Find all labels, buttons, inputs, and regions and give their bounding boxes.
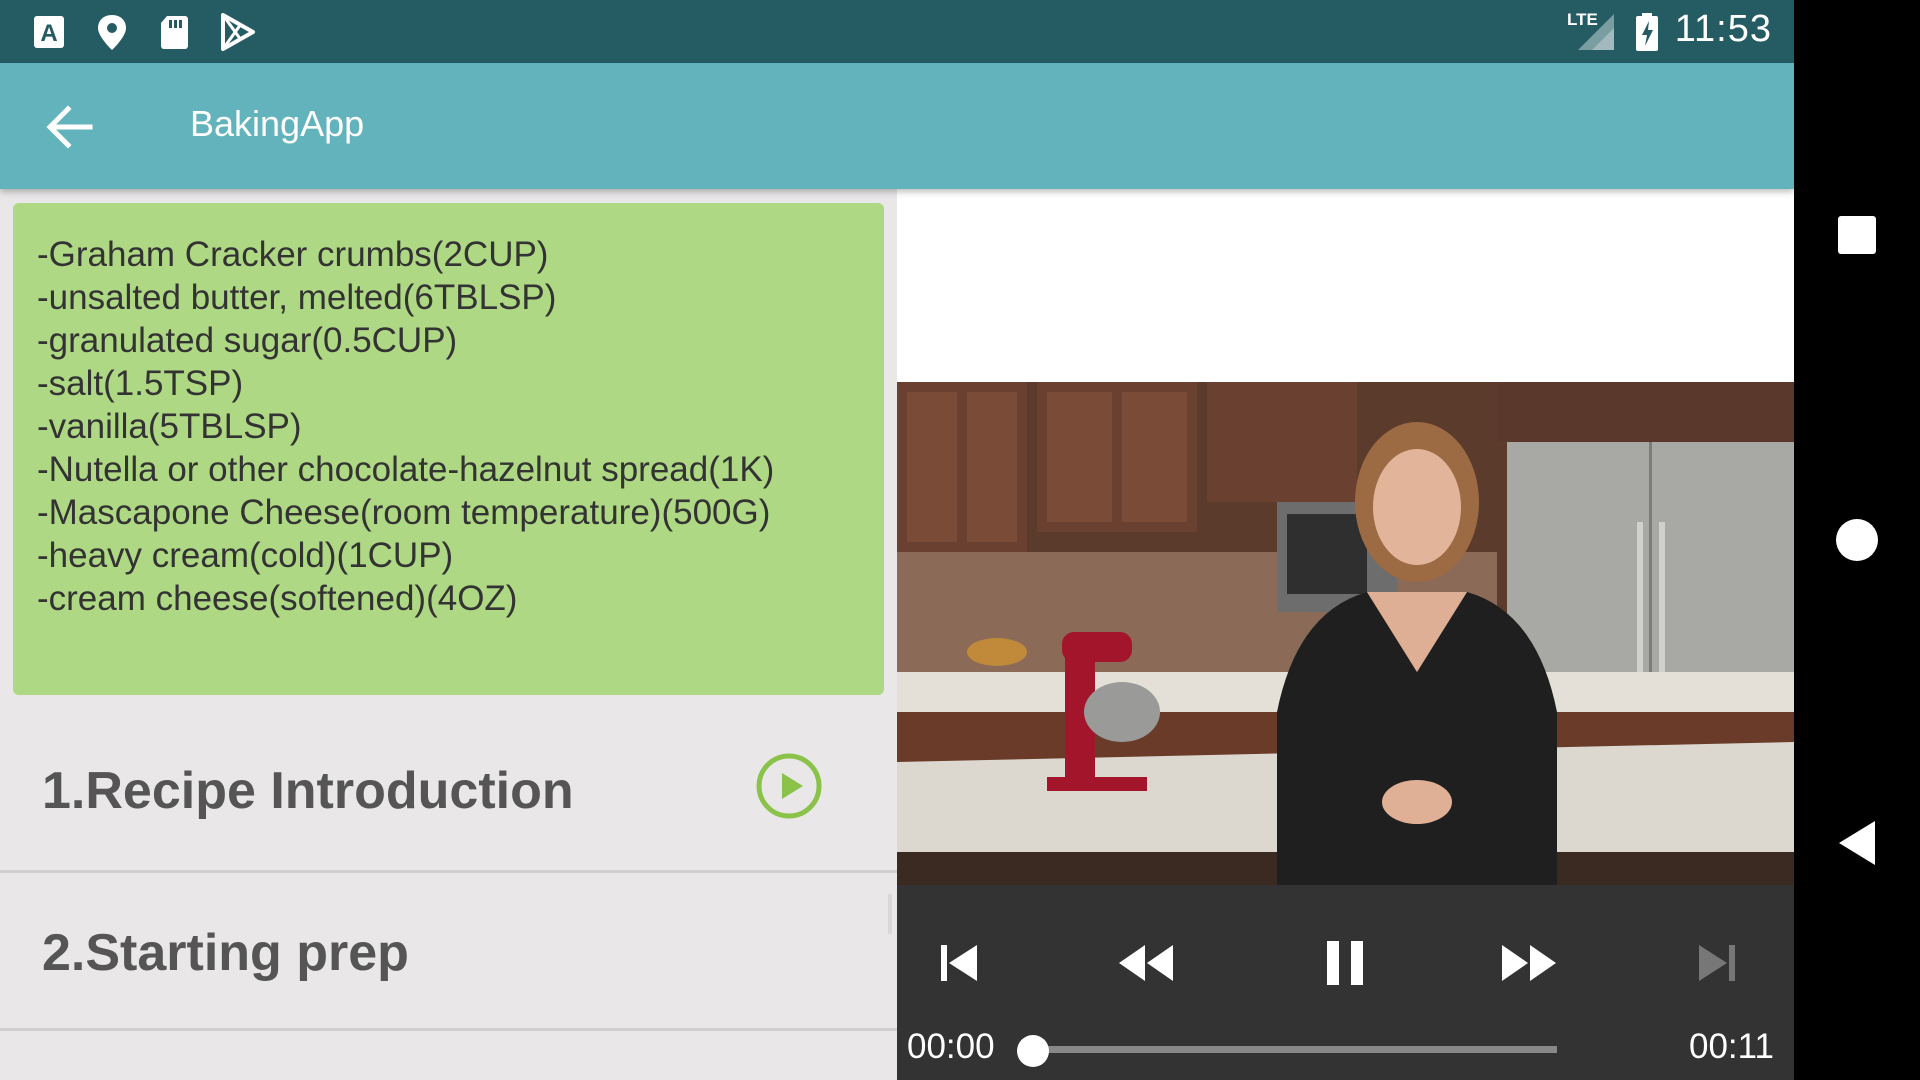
step-detail-pane: 00:00 00:11 [897,189,1794,1080]
battery-charging-icon [1636,13,1658,51]
app-bar: BakingApp [0,63,1794,189]
ingredient-item: -unsalted butter, melted(6TBLSP) [37,278,557,317]
app-title: BakingApp [190,103,365,144]
play-circle-icon [756,753,822,819]
ingredients-card: -Graham Cracker crumbs(2CUP) -unsalted b… [13,203,884,695]
player-controls: 00:00 00:11 [897,885,1794,1080]
ingredient-item: -vanilla(5TBLSP) [37,407,302,446]
step-item-recipe-introduction[interactable]: 1.Recipe Introduction [0,709,897,873]
ingredient-item: -salt(1.5TSP) [37,364,244,403]
clock: 11:53 [1674,8,1772,50]
rewind-icon[interactable] [1115,933,1175,993]
signal-icon [1578,14,1614,50]
fast-forward-icon[interactable] [1500,933,1560,993]
back-arrow-icon[interactable] [42,101,104,153]
step-label: 1.Recipe Introduction [42,762,574,820]
step-label: 2.Starting prep [42,924,409,982]
ingredient-item: -Graham Cracker crumbs(2CUP) [37,235,549,274]
current-time: 00:00 [907,1027,995,1066]
location-pin-icon [98,15,126,50]
ingredient-item: -heavy cream(cold)(1CUP) [37,536,454,575]
duration: 00:11 [1689,1027,1774,1066]
status-bar: A LTE 11:53 [0,0,1794,63]
skip-next-icon [1699,945,1735,981]
pause-icon[interactable] [1315,933,1375,993]
play-store-icon [221,13,255,51]
recents-square-icon[interactable] [1827,205,1887,265]
skip-previous-icon[interactable] [929,933,989,993]
step-item-next[interactable] [0,1031,897,1080]
ingredient-item: -granulated sugar(0.5CUP) [37,321,458,360]
ingredient-item: -cream cheese(softened)(4OZ) [37,579,518,618]
seek-thumb[interactable] [1017,1035,1049,1067]
seek-bar[interactable] [1035,1046,1557,1053]
svg-text:A: A [40,20,57,47]
home-circle-icon[interactable] [1827,510,1887,570]
font-a-icon: A [34,16,64,48]
navigation-bar [1794,0,1920,1080]
step-item-starting-prep[interactable]: 2.Starting prep [0,873,897,1031]
video-frame [897,382,1794,892]
back-triangle-icon[interactable] [1827,813,1887,873]
ingredient-item: -Mascapone Cheese(room temperature)(500G… [37,493,771,532]
sd-card-icon [161,16,188,49]
video-player[interactable]: 00:00 00:11 [897,382,1794,1080]
recipe-steps-pane: -Graham Cracker crumbs(2CUP) -unsalted b… [0,189,897,1080]
ingredient-item: -Nutella or other chocolate-hazelnut spr… [37,450,775,489]
